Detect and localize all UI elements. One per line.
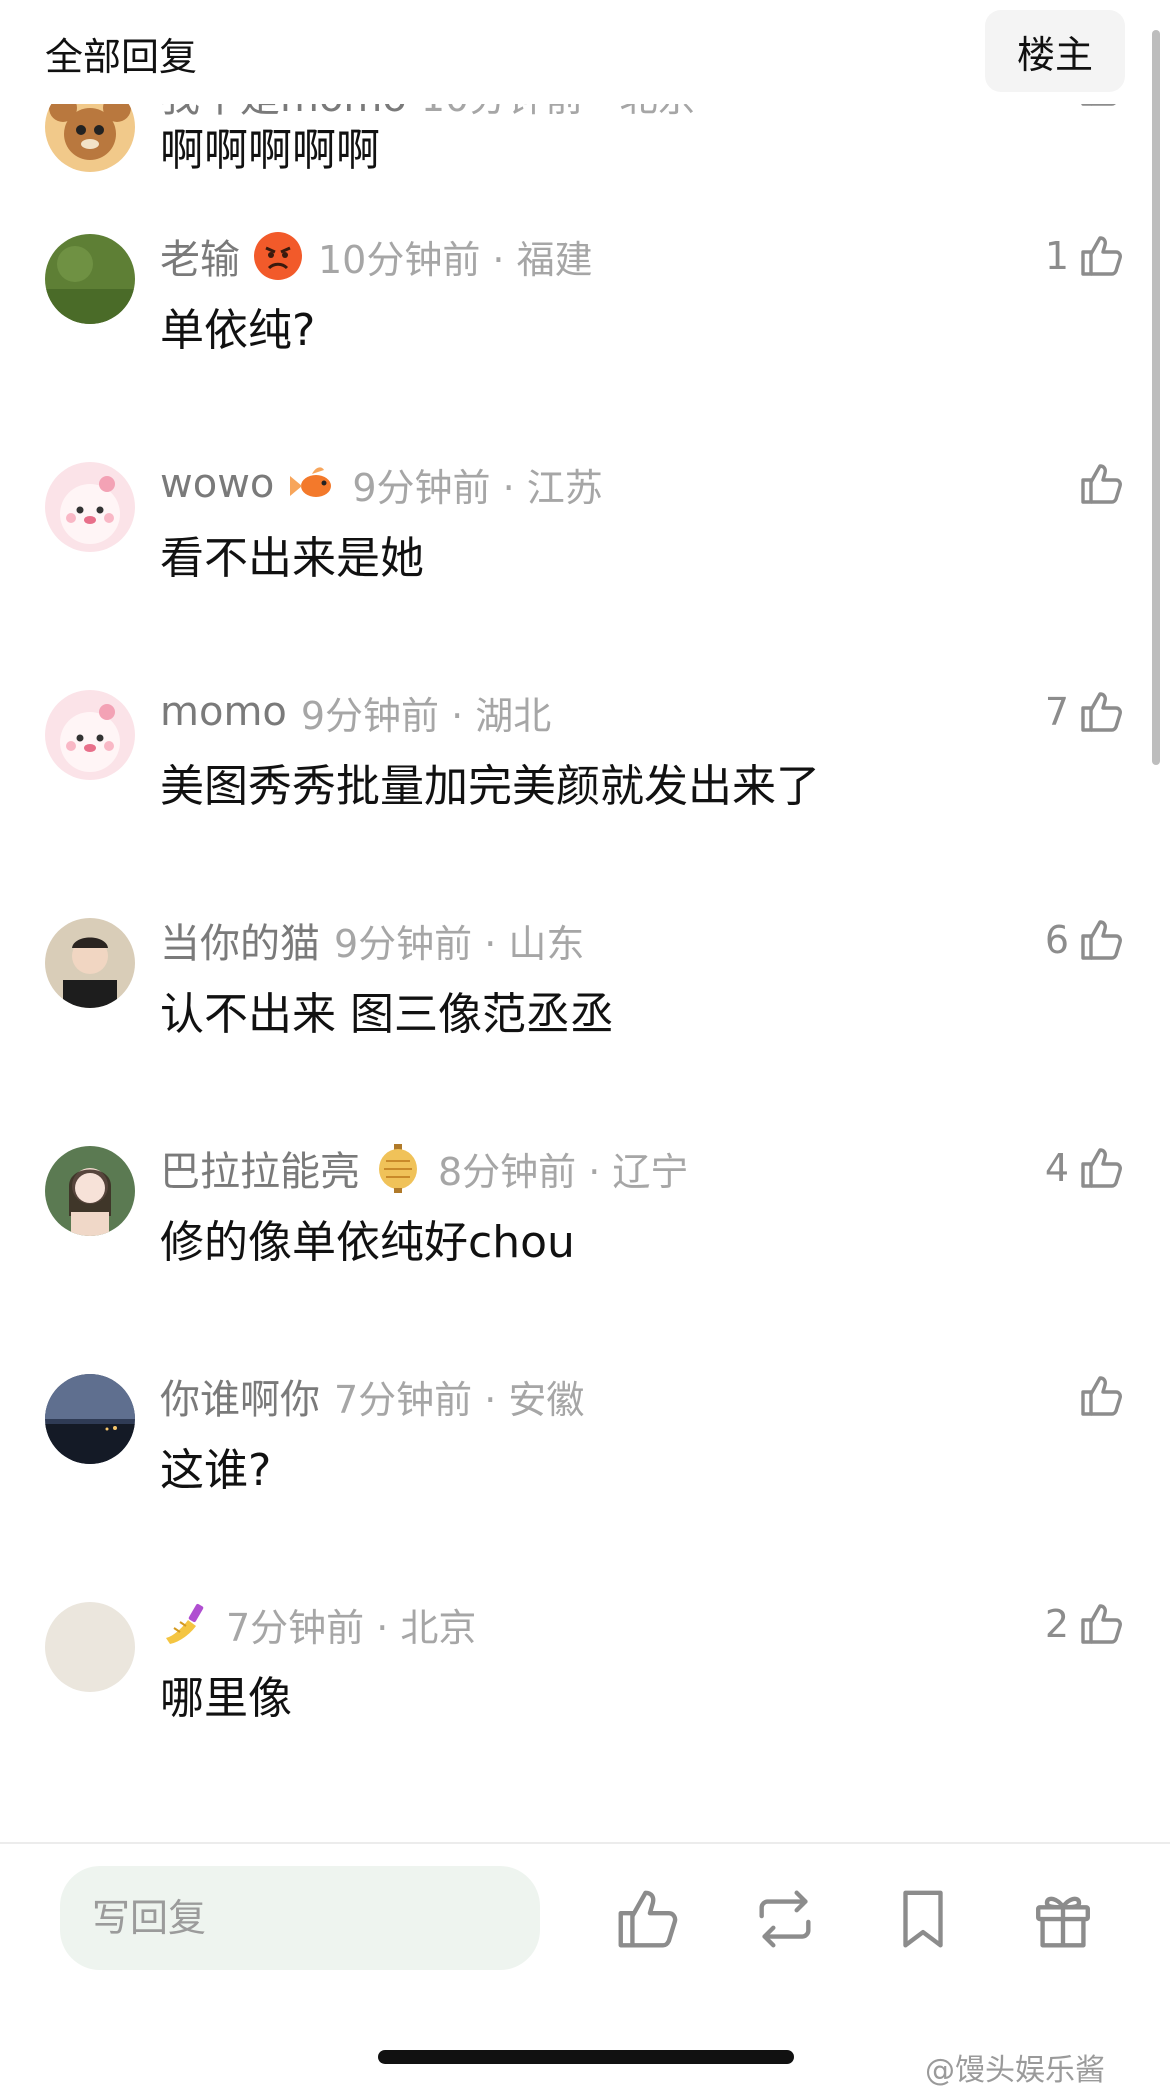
comment-item: 当你的猫 9分钟前 · 山东 认不出来 图三像范丞丞 6	[0, 916, 1170, 1144]
like-button[interactable]: 7	[1045, 680, 1125, 744]
username[interactable]: wowo	[160, 461, 274, 507]
lantern-emoji-icon	[379, 1144, 417, 1193]
avatar[interactable]	[45, 690, 135, 780]
username[interactable]: 你谁啊你	[160, 1367, 320, 1425]
thumbs-up-icon	[1081, 692, 1122, 732]
comment-meta: 老输 10分钟前 · 福建	[160, 232, 593, 283]
nail-polish-emoji-icon	[166, 1603, 204, 1644]
gift-icon	[1036, 1896, 1090, 1948]
like-button[interactable]: 6	[1045, 908, 1125, 972]
comment-meta: momo 9分钟前 · 湖北	[160, 688, 551, 738]
comment-meta: 当你的猫 9分钟前 · 山东	[160, 916, 584, 967]
avatar[interactable]	[45, 918, 135, 1008]
comment-text: 修的像单依纯好chou	[160, 1217, 575, 1268]
like-button[interactable]: 1	[1045, 224, 1125, 288]
like-count: 6	[1044, 918, 1069, 962]
comment-item: wowo 9分钟前 · 江苏 看不出来是她	[0, 460, 1170, 688]
username[interactable]: momo	[160, 689, 287, 735]
comment-text: 看不出来是她	[160, 533, 424, 584]
gift-button[interactable]	[1028, 1884, 1098, 1954]
like-button[interactable]: 4	[1045, 1136, 1125, 1200]
avatar[interactable]	[45, 1146, 135, 1236]
comment-text: 哪里像	[160, 1673, 292, 1724]
comment-item: momo 9分钟前 · 湖北 美图秀秀批量加完美颜就发出来了 7	[0, 688, 1170, 916]
comment-time: 9分钟前 · 湖北	[300, 693, 552, 738]
avatar[interactable]	[45, 1374, 135, 1464]
like-count: 1	[1044, 234, 1069, 278]
like-button[interactable]	[1069, 1364, 1125, 1428]
thumbs-up-icon	[1081, 920, 1122, 960]
comment-item: 老输 10分钟前 · 福建 单依纯? 1	[0, 232, 1170, 460]
thumbs-up-icon	[1081, 1148, 1122, 1188]
home-indicator[interactable]	[378, 2050, 794, 2064]
comment-text: 认不出来 图三像范丞丞	[160, 989, 614, 1040]
goldfish-emoji-icon	[290, 467, 332, 497]
comment-meta: 7分钟前 · 北京	[160, 1600, 476, 1650]
comment-text: 这谁?	[160, 1445, 272, 1496]
thumbs-up-icon	[618, 1890, 678, 1948]
thumbs-up-icon	[1081, 1376, 1122, 1416]
avatar[interactable]	[45, 1602, 135, 1692]
comment-meta: 你谁啊你 7分钟前 · 安徽	[160, 1372, 584, 1423]
like-button[interactable]: 2	[1045, 1592, 1125, 1656]
comment-time: 9分钟前 · 江苏	[352, 465, 603, 510]
repost-icon	[759, 1890, 811, 1948]
watermark: @馒头娱乐酱	[925, 2053, 1105, 2088]
angry-face-emoji-icon	[254, 232, 302, 280]
username[interactable]: 当你的猫	[160, 911, 320, 969]
thumbs-up-icon	[1081, 236, 1122, 276]
comment-text: 美图秀秀批量加完美颜就发出来了	[160, 761, 820, 812]
repost-button[interactable]	[750, 1884, 820, 1954]
username[interactable]: 巴拉拉能亮	[160, 1139, 360, 1197]
comment-time: 8分钟前 · 辽宁	[438, 1149, 689, 1194]
thumbs-up-icon	[1081, 1604, 1122, 1644]
comment-item: 巴拉拉能亮 8分钟前 · 辽宁 修的像单依纯好chou 4	[0, 1144, 1170, 1372]
like-count: 4	[1044, 1146, 1069, 1190]
page-title: 全部回复	[45, 35, 198, 79]
thumbs-up-icon	[1081, 464, 1122, 504]
like-count: 2	[1044, 1602, 1069, 1646]
username[interactable]: 老输	[160, 227, 240, 285]
comment-list: 我不是momo 10分钟前 · 北京 啊啊啊啊啊 老输 10分钟前 · 福建 单…	[0, 0, 1170, 1840]
like-button[interactable]	[1069, 452, 1125, 516]
comment-text: 单依纯?	[160, 305, 316, 356]
comment-meta: 巴拉拉能亮 8分钟前 · 辽宁	[160, 1144, 688, 1195]
scrollbar[interactable]	[1152, 30, 1160, 765]
like-count: 7	[1044, 690, 1069, 734]
op-only-button[interactable]: 楼主	[985, 10, 1125, 92]
header: 全部回复 楼主	[0, 0, 1170, 104]
comment-time: 10分钟前 · 福建	[318, 237, 593, 282]
like-post-button[interactable]	[612, 1884, 682, 1954]
comment-time: 9分钟前 · 山东	[334, 921, 585, 966]
comment-text: 啊啊啊啊啊	[160, 125, 380, 176]
avatar[interactable]	[45, 462, 135, 552]
reply-input[interactable]	[60, 1866, 540, 1970]
comment-time: 7分钟前 · 安徽	[334, 1377, 585, 1422]
bookmark-button[interactable]	[888, 1884, 958, 1954]
comment-time: 7分钟前 · 北京	[226, 1605, 477, 1650]
comment-item: 7分钟前 · 北京 哪里像 2	[0, 1600, 1170, 1828]
comment-meta: wowo 9分钟前 · 江苏	[160, 460, 603, 510]
comment-item: 你谁啊你 7分钟前 · 安徽 这谁?	[0, 1372, 1170, 1600]
bookmark-icon	[903, 1890, 943, 1948]
avatar[interactable]	[45, 234, 135, 324]
